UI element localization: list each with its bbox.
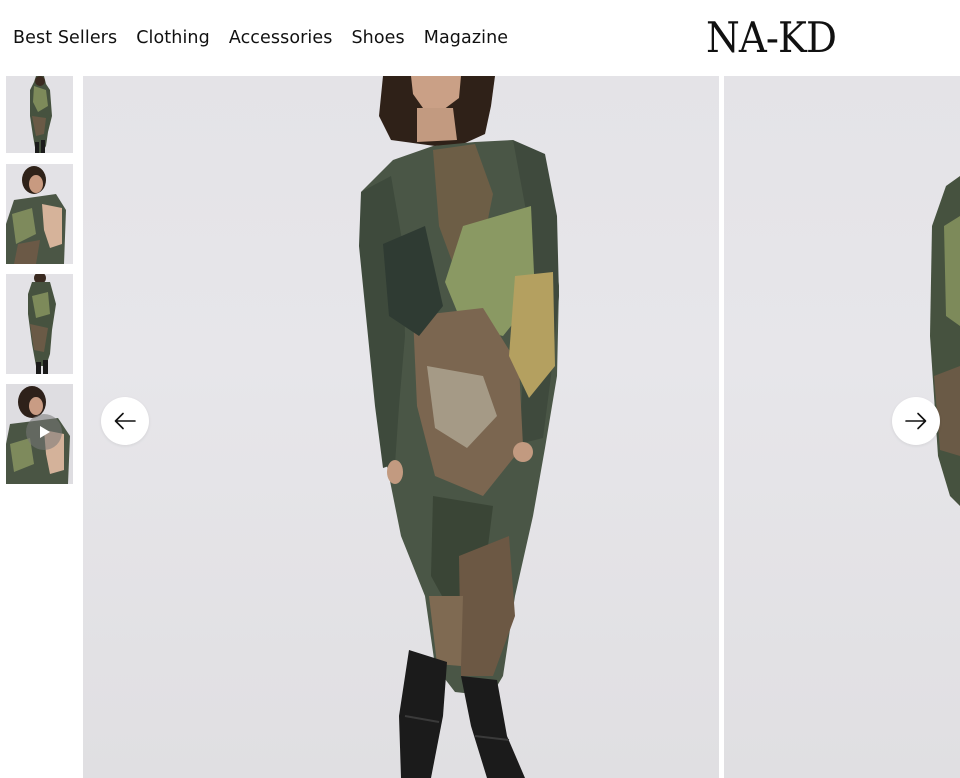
previous-image-button[interactable] <box>101 397 149 445</box>
main-nav: Best Sellers Clothing Accessories Shoes … <box>13 26 527 50</box>
thumbnail-1[interactable] <box>6 76 73 153</box>
product-image-main <box>83 76 719 778</box>
thumbnail-video[interactable] <box>6 384 73 484</box>
play-icon <box>40 426 50 438</box>
nav-best-sellers[interactable]: Best Sellers <box>13 26 117 50</box>
brand-logo[interactable]: NA-KD <box>706 14 837 62</box>
thumbnail-2[interactable] <box>6 164 73 264</box>
nav-magazine[interactable]: Magazine <box>424 26 508 50</box>
play-button[interactable] <box>26 414 62 450</box>
site-header: Best Sellers Clothing Accessories Shoes … <box>0 0 960 76</box>
arrow-left-icon <box>114 412 136 430</box>
next-image-button[interactable] <box>892 397 940 445</box>
product-gallery <box>83 76 960 778</box>
arrow-right-icon <box>905 412 927 430</box>
nav-accessories[interactable]: Accessories <box>229 26 333 50</box>
thumbnail-3[interactable] <box>6 274 73 374</box>
nav-clothing[interactable]: Clothing <box>136 26 210 50</box>
nav-shoes[interactable]: Shoes <box>351 26 404 50</box>
